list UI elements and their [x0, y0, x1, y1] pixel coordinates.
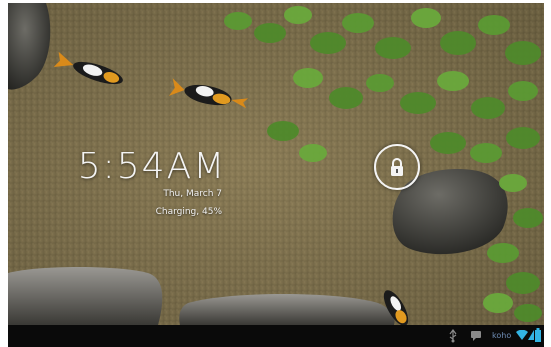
status-bar: koho — [8, 325, 544, 347]
wifi-icon — [516, 330, 528, 340]
carrier-label: koho — [492, 331, 512, 340]
unlock-handle[interactable] — [374, 144, 420, 190]
battery-status-text: Charging, 45% — [155, 207, 222, 217]
message-icon — [471, 331, 481, 341]
stone-bottom-left — [8, 267, 163, 325]
lockscreen-clock: 5:54AM — [77, 146, 227, 187]
lock-screen: 5:54AM Thu, March 7 Charging, 45% koho — [8, 3, 544, 347]
battery-icon — [535, 328, 541, 342]
usb-icon — [449, 329, 457, 343]
signal-icon — [528, 330, 534, 340]
lockscreen-date: Thu, March 7 — [163, 189, 222, 199]
lock-icon — [391, 158, 403, 176]
